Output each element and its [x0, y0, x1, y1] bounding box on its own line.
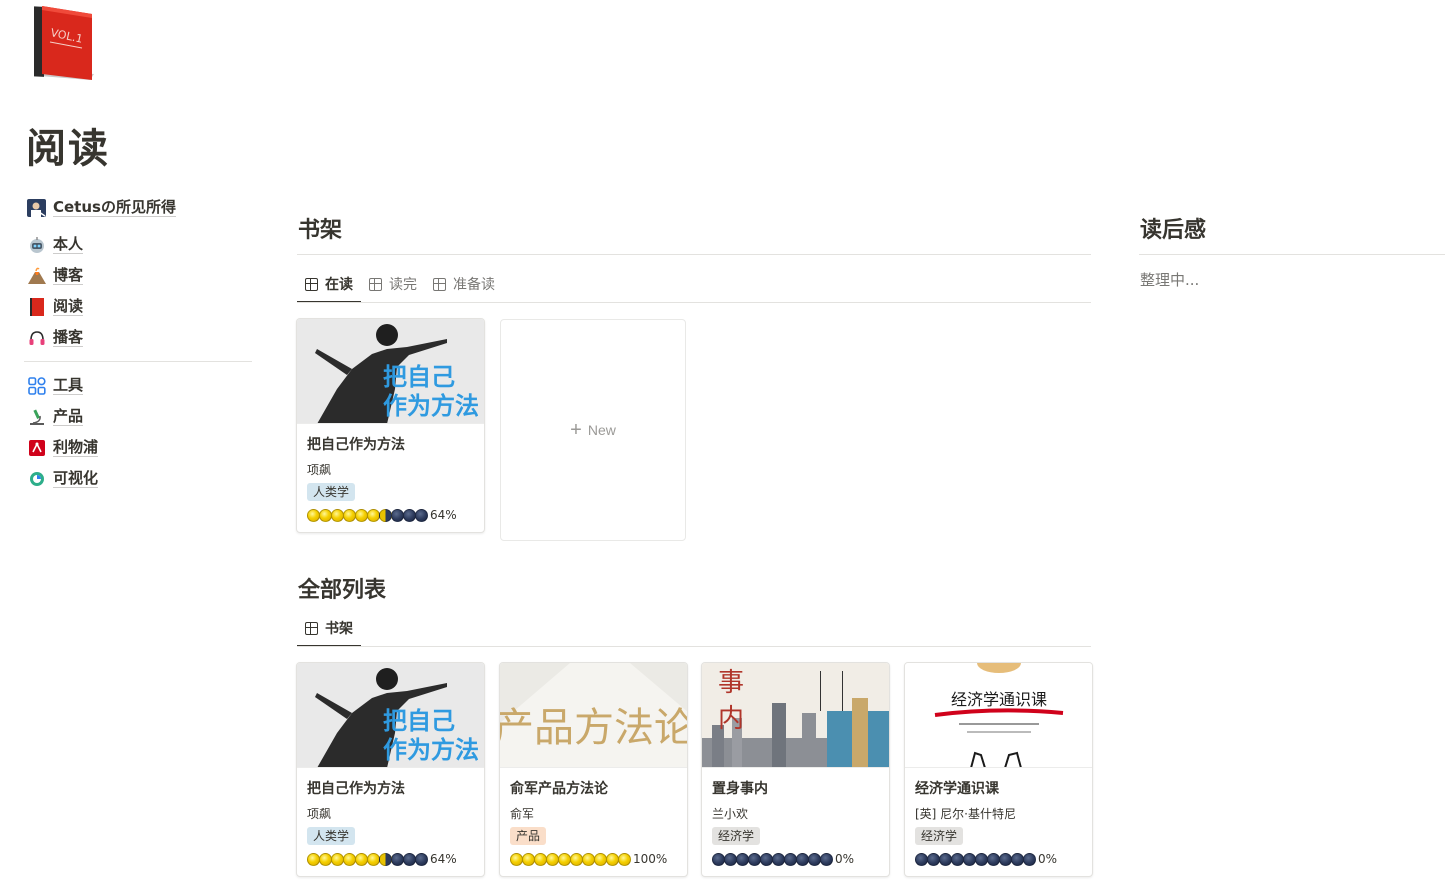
shelf-heading: 书架 — [298, 218, 343, 243]
shelf-heading-divider — [297, 254, 1091, 255]
nav-item-cetus[interactable]: Cetusの所见所得 — [24, 192, 252, 223]
nav-divider — [24, 361, 252, 362]
nav-label: 利物浦 — [53, 438, 99, 457]
category-tag: 人类学 — [307, 483, 356, 501]
nav-label: 可视化 — [53, 469, 99, 488]
gallery-view-icon — [305, 621, 318, 635]
chart-circle-icon — [27, 469, 47, 489]
after-reading-text: 整理中... — [1140, 271, 1200, 289]
nav-item-reading[interactable]: 阅读 — [24, 291, 252, 322]
svg-text:把自己: 把自己 — [383, 363, 455, 391]
book-author: 项飙 — [307, 463, 332, 477]
book-cover: 事 内 — [702, 663, 889, 768]
progress-dot — [820, 852, 833, 866]
new-card-button[interactable]: + New — [500, 319, 686, 541]
apps-grid-icon — [27, 376, 47, 396]
reading-progress: 64% — [307, 850, 474, 868]
progress-dot — [1023, 852, 1036, 866]
nav-label: 工具 — [53, 376, 84, 395]
book-author: 项飙 — [307, 807, 332, 821]
category-tag: 经济学 — [712, 827, 761, 845]
book-author: [英] 尼尔·基什特尼 — [915, 807, 1016, 821]
progress-dot — [618, 852, 631, 866]
microscope-icon — [27, 407, 47, 427]
liverpool-crest-icon — [27, 438, 47, 458]
gallery-view-icon — [305, 277, 318, 291]
nav-item-blog[interactable]: 博客 — [24, 260, 252, 291]
svg-text:把自己: 把自己 — [383, 707, 455, 735]
svg-text:事: 事 — [718, 668, 744, 698]
book-cover: 把自己 作为方法 — [297, 319, 484, 424]
book-author: 兰小欢 — [712, 807, 749, 821]
sidebar-nav: Cetusの所见所得 本人 博客 阅读 播客 工具 产品 利物浦 可视化 — [24, 192, 252, 494]
category-tag: 产品 — [510, 827, 547, 845]
all-list-tabs-divider — [297, 646, 1091, 647]
reading-progress: 0% — [915, 850, 1082, 868]
book-card[interactable]: 事 内 置身事内 兰小欢 经济学 0% — [701, 662, 890, 877]
red-book-icon — [27, 297, 47, 317]
reading-progress: 100% — [510, 850, 677, 868]
gallery-view-icon — [369, 277, 382, 291]
volcano-icon — [27, 266, 47, 286]
svg-text:作为方法: 作为方法 — [383, 736, 479, 764]
nav-item-product[interactable]: 产品 — [24, 401, 252, 432]
reading-progress: 0% — [712, 850, 879, 868]
nav-label: 本人 — [53, 235, 84, 254]
nav-label: 博客 — [53, 266, 84, 285]
progress-percent: 64% — [430, 852, 457, 866]
after-reading-divider — [1139, 254, 1445, 255]
category-tag: 人类学 — [307, 827, 356, 845]
nav-item-visualization[interactable]: 可视化 — [24, 463, 252, 494]
progress-percent: 64% — [430, 508, 457, 522]
book-title: 置身事内 — [712, 781, 768, 797]
gallery-view-icon — [433, 277, 446, 291]
nav-item-podcast[interactable]: 播客 — [24, 322, 252, 353]
nav-label: 播客 — [53, 328, 84, 347]
svg-text:作为方法: 作为方法 — [383, 392, 479, 420]
book-card[interactable]: 把自己 作为方法 把自己作为方法 项飙 人类学 64% — [296, 662, 485, 877]
book-card[interactable]: 产品方法论 俞军产品方法论 俞军 产品 100% — [499, 662, 688, 877]
nav-item-tools[interactable]: 工具 — [24, 370, 252, 401]
avatar-icon — [27, 198, 47, 218]
nav-item-self[interactable]: 本人 — [24, 229, 252, 260]
tab-bookshelf[interactable]: 书架 — [297, 611, 361, 647]
svg-text:产品方法论: 产品方法论 — [500, 705, 687, 751]
progress-percent: 0% — [1038, 852, 1058, 866]
all-list-heading: 全部列表 — [298, 578, 387, 603]
nav-label: 阅读 — [53, 297, 84, 316]
book-card[interactable]: 经济学通识课 经济学通识课 [英] 尼尔·基什特尼 经济学 0% — [904, 662, 1093, 877]
book-cover: 把自己 作为方法 — [297, 663, 484, 768]
progress-percent: 100% — [633, 852, 668, 866]
tab-to-read[interactable]: 准备读 — [425, 267, 503, 301]
svg-text:经济学通识课: 经济学通识课 — [951, 690, 1047, 709]
book-author: 俞军 — [510, 807, 535, 821]
tab-finished[interactable]: 读完 — [361, 267, 425, 301]
tab-reading[interactable]: 在读 — [297, 267, 361, 303]
robot-icon — [27, 235, 47, 255]
book-title: 把自己作为方法 — [307, 437, 405, 453]
page-title: 阅读 — [26, 126, 110, 172]
nav-label: 产品 — [53, 407, 84, 426]
book-title: 经济学通识课 — [915, 781, 999, 797]
all-list-tabs: 书架 — [297, 611, 361, 647]
shelf-tabs-divider — [297, 302, 1091, 303]
category-tag: 经济学 — [915, 827, 964, 845]
nav-label: Cetusの所见所得 — [53, 198, 176, 217]
nav-item-liverpool[interactable]: 利物浦 — [24, 432, 252, 463]
after-reading-heading: 读后感 — [1140, 218, 1207, 243]
shelf-tabs: 在读 读完 准备读 — [297, 267, 503, 303]
reading-progress: 64% — [307, 506, 474, 524]
book-cover: 经济学通识课 — [905, 663, 1092, 768]
progress-dot — [415, 852, 428, 866]
plus-icon: + — [570, 418, 582, 441]
progress-dot — [415, 508, 428, 522]
red-book-vol1-icon: VOL.1 — [28, 4, 100, 82]
book-card[interactable]: 把自己 作为方法 把自己作为方法 项飙 人类学 64% — [296, 318, 485, 533]
svg-text:内: 内 — [718, 704, 744, 734]
book-title: 俞军产品方法论 — [510, 781, 608, 797]
book-title: 把自己作为方法 — [307, 781, 405, 797]
book-cover: 产品方法论 — [500, 663, 687, 768]
headphones-icon — [27, 328, 47, 348]
progress-percent: 0% — [835, 852, 855, 866]
